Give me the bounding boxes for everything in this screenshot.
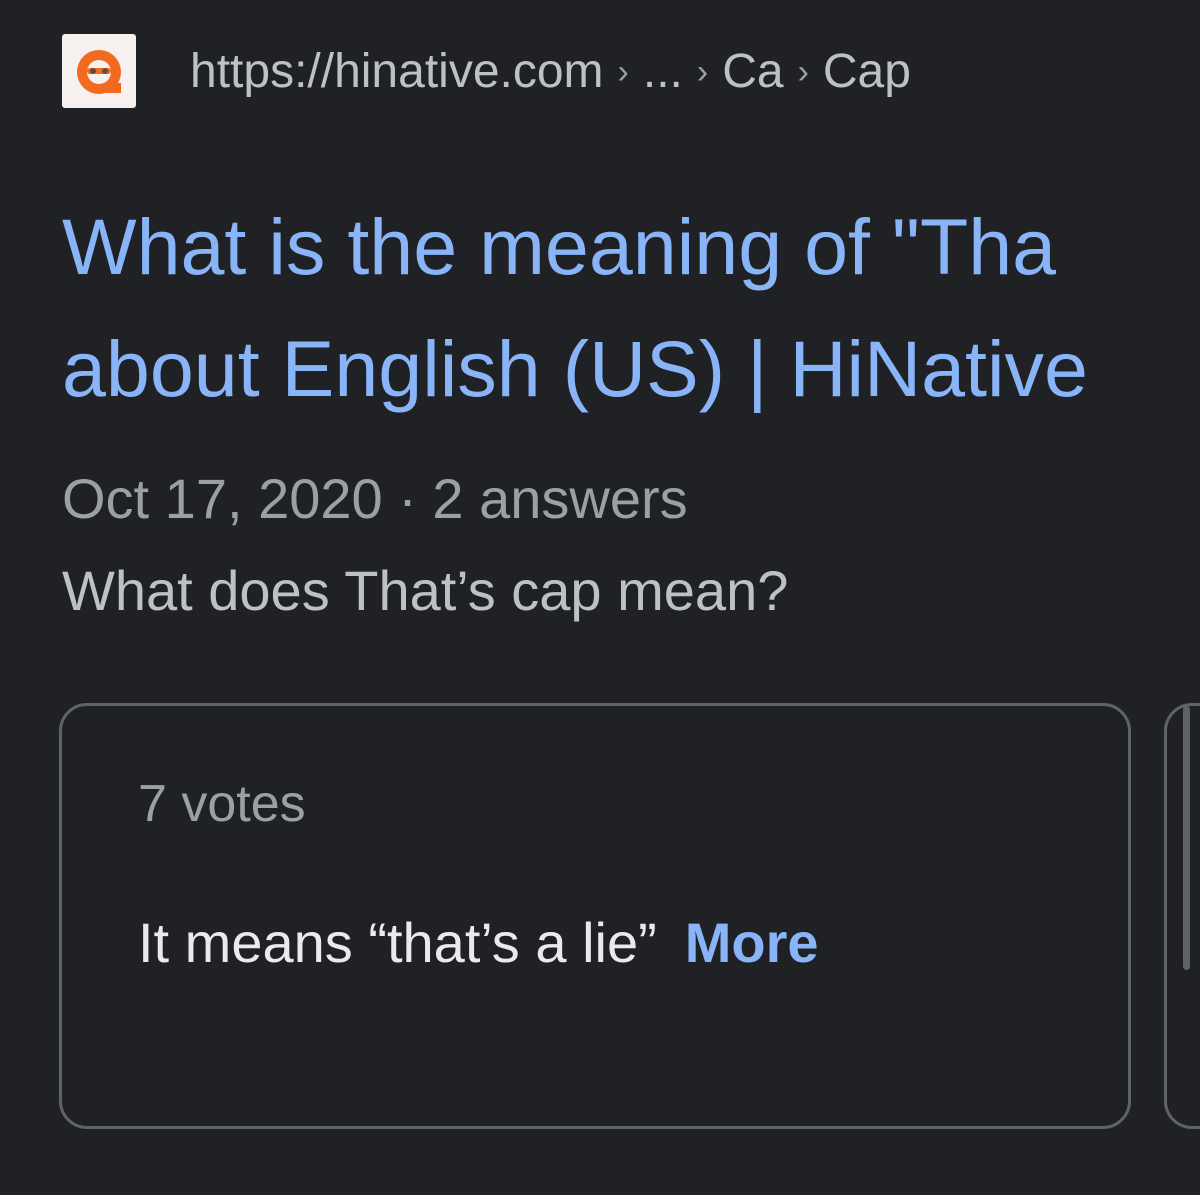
card-scroll-indicator bbox=[1183, 706, 1190, 970]
breadcrumb-separator: › bbox=[797, 52, 809, 91]
url-domain: https://hinative.com bbox=[190, 44, 604, 98]
breadcrumb-crumb-cap: Cap bbox=[822, 44, 911, 98]
result-title-line-2: about English (US) | HiNative bbox=[62, 324, 1088, 413]
breadcrumb-ellipsis: ... bbox=[642, 44, 683, 98]
hinative-logo-icon bbox=[62, 34, 136, 108]
breadcrumb-separator: › bbox=[696, 52, 709, 91]
breadcrumb-separator: › bbox=[617, 52, 629, 91]
breadcrumb-crumb-ca: Ca bbox=[722, 44, 784, 98]
breadcrumb: https://hinative.com › ... › Ca › Cap bbox=[190, 44, 911, 99]
site-attribution[interactable]: https://hinative.com › ... › Ca › Cap bbox=[62, 34, 911, 108]
search-result: https://hinative.com › ... › Ca › Cap Wh… bbox=[0, 0, 1200, 1195]
result-snippet: What does That’s cap mean? bbox=[62, 559, 789, 622]
answer-card[interactable]: 7 votes It means “that’s a lie” More bbox=[59, 703, 1131, 1129]
answer-text: It means “that’s a lie” bbox=[138, 911, 657, 974]
answer-votes: 7 votes bbox=[138, 775, 306, 833]
more-link[interactable]: More bbox=[685, 911, 819, 974]
answer-text-row: It means “that’s a lie” More bbox=[138, 910, 819, 975]
result-title-line-1: What is the meaning of "Tha bbox=[62, 202, 1057, 291]
next-answer-card[interactable] bbox=[1164, 703, 1200, 1129]
result-title-link[interactable]: What is the meaning of "Tha about Englis… bbox=[62, 186, 1200, 430]
result-meta: Oct 17, 2020 · 2 answers bbox=[62, 467, 688, 530]
